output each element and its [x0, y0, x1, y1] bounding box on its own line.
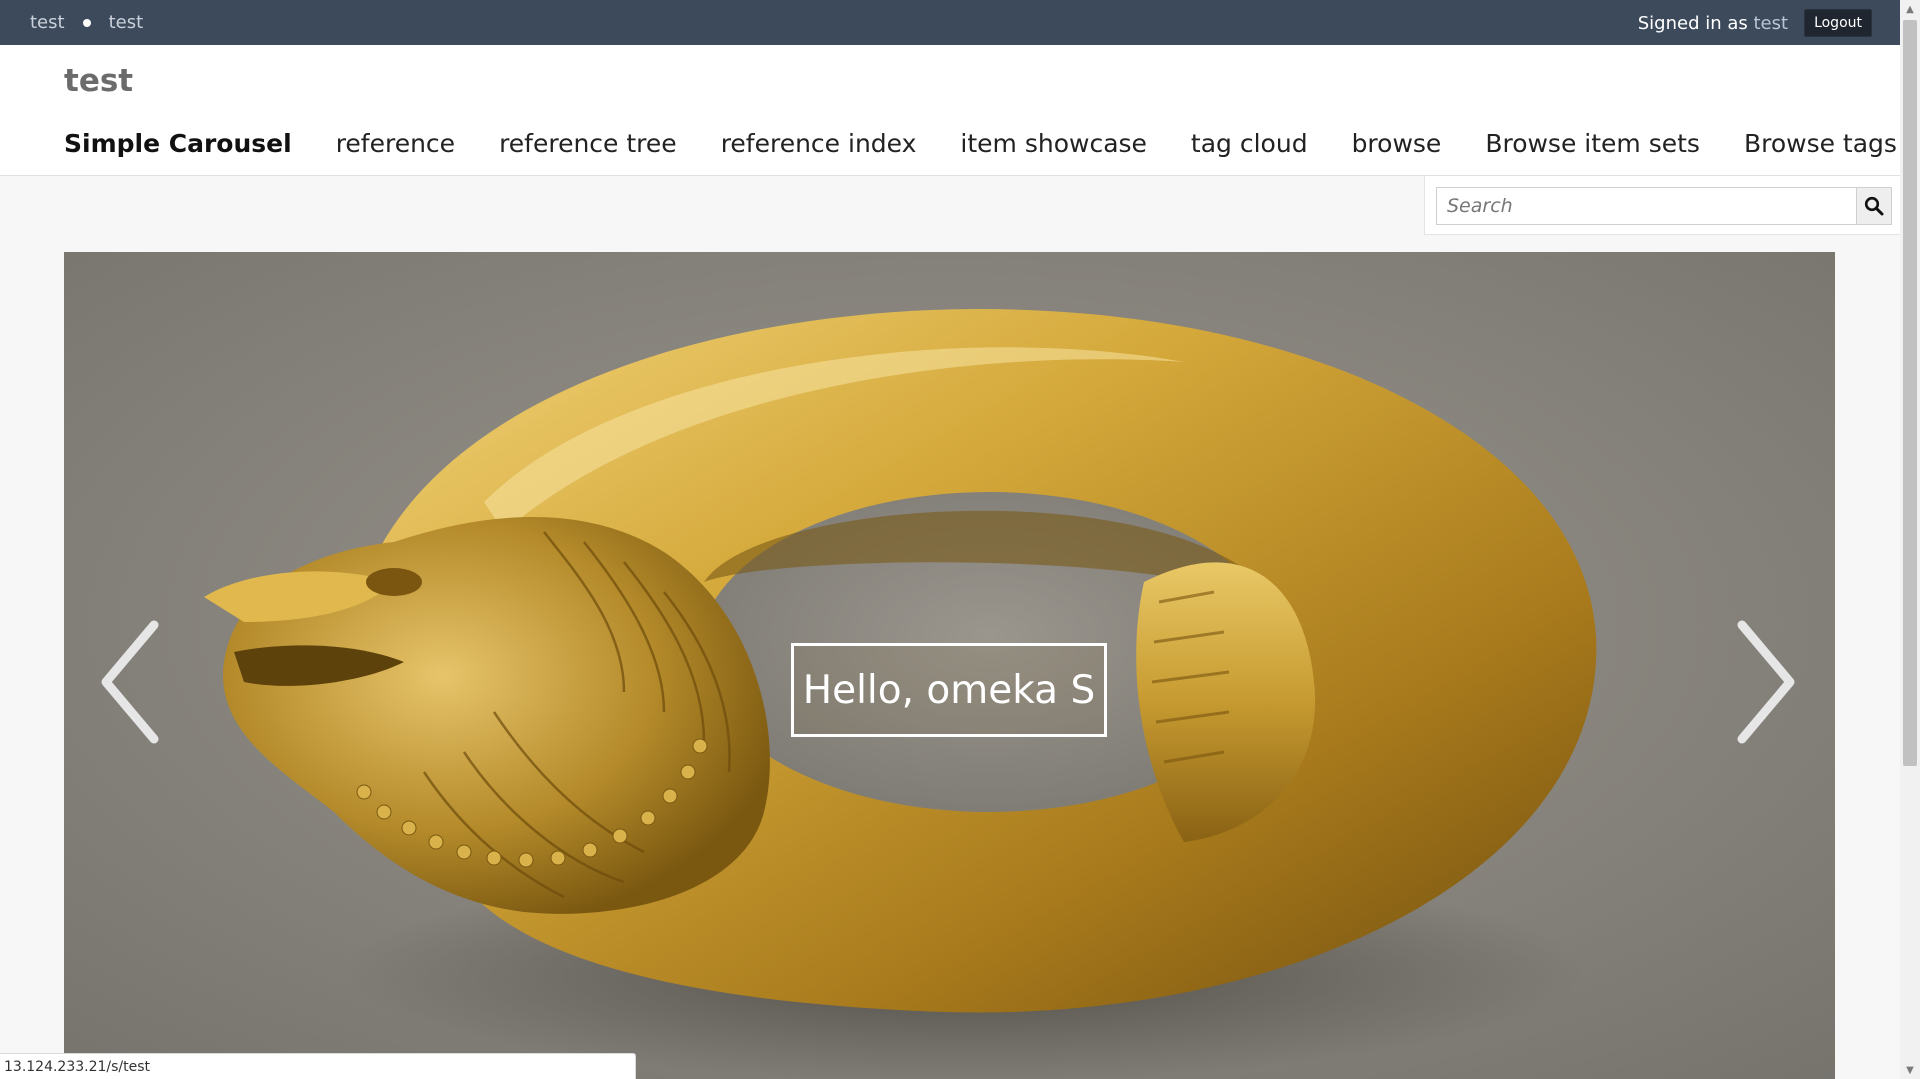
- separator-dot-icon: [82, 18, 91, 27]
- user-area: Signed in as test Logout: [1638, 9, 1872, 37]
- admin-site-link[interactable]: test: [30, 12, 65, 33]
- site-header: test Simple Carousel reference reference…: [0, 45, 1900, 176]
- search-form: [1424, 176, 1901, 235]
- logout-button[interactable]: Logout: [1804, 9, 1872, 37]
- nav-item-simple-carousel[interactable]: Simple Carousel: [64, 129, 292, 158]
- chevron-right-icon: [1737, 620, 1795, 744]
- carousel-next-button[interactable]: [1724, 617, 1804, 747]
- page-scrollbar[interactable]: ▲ ▼: [1900, 0, 1920, 1079]
- site-title[interactable]: test: [64, 63, 133, 99]
- chevron-left-icon: [101, 620, 159, 744]
- nav-item-tag-cloud[interactable]: tag cloud: [1191, 129, 1308, 158]
- nav-item-reference-index[interactable]: reference index: [721, 129, 917, 158]
- main-nav: Simple Carousel reference reference tree…: [64, 129, 1897, 158]
- nav-item-item-showcase[interactable]: item showcase: [960, 129, 1147, 158]
- nav-item-reference[interactable]: reference: [336, 129, 455, 158]
- admin-bar: test test Signed in as test Logout: [0, 0, 1900, 45]
- carousel-prev-button[interactable]: [92, 617, 172, 747]
- admin-breadcrumb: test test: [30, 12, 143, 33]
- search-input[interactable]: [1436, 187, 1856, 225]
- carousel: Hello, omeka S: [64, 252, 1835, 1079]
- nav-item-browse[interactable]: browse: [1352, 129, 1442, 158]
- search-button[interactable]: [1856, 187, 1892, 225]
- scroll-down-icon[interactable]: ▼: [1900, 1061, 1920, 1079]
- status-bar-url: 13.124.233.21/s/test: [0, 1053, 636, 1079]
- search-icon: [1864, 196, 1884, 216]
- signed-in-text: Signed in as test: [1638, 13, 1788, 34]
- scrollbar-thumb[interactable]: [1903, 20, 1917, 766]
- nav-item-reference-tree[interactable]: reference tree: [499, 129, 677, 158]
- scroll-up-icon[interactable]: ▲: [1900, 0, 1920, 18]
- admin-page-link[interactable]: test: [109, 12, 144, 33]
- nav-item-browse-tags[interactable]: Browse tags: [1744, 129, 1897, 158]
- username-link[interactable]: test: [1753, 13, 1788, 34]
- nav-item-browse-item-sets[interactable]: Browse item sets: [1485, 129, 1700, 158]
- carousel-caption: Hello, omeka S: [791, 643, 1107, 737]
- page: test test Signed in as test Logout test …: [0, 0, 1920, 1079]
- signed-in-prefix: Signed in as: [1637, 12, 1754, 34]
